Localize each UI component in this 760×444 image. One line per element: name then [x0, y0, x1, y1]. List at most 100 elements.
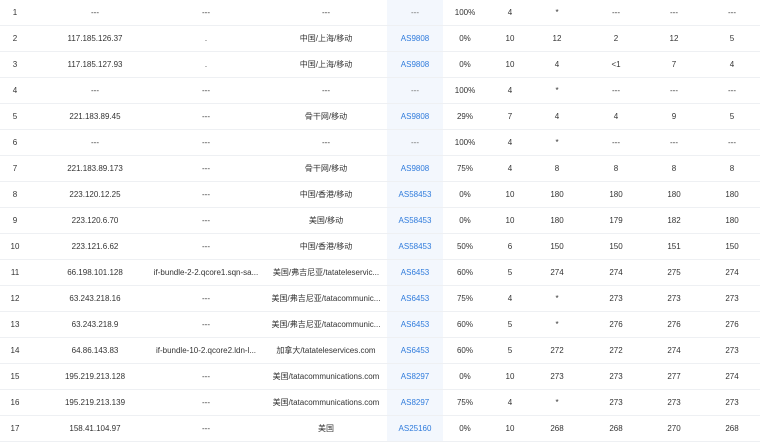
last-latency: 268: [550, 424, 564, 433]
location: 中国/上海/移动: [299, 60, 353, 69]
worst-latency: 276: [725, 320, 739, 329]
hostname: ---: [202, 320, 210, 329]
hostname: ---: [202, 242, 210, 251]
worst-latency: 4: [729, 60, 735, 69]
worst-latency: 180: [725, 216, 739, 225]
ip-address: ---: [91, 138, 99, 147]
avg-latency: 272: [609, 346, 623, 355]
last-latency: *: [555, 138, 559, 147]
asn-link[interactable]: AS58453: [387, 234, 443, 259]
hop-number: 11: [10, 268, 20, 277]
hop-number: 5: [12, 112, 18, 121]
last-latency: 150: [550, 242, 564, 251]
loss-percent: 0%: [459, 372, 471, 381]
table-row: 10 223.121.6.62 --- 中国/香港/移动 AS58453 50% 6 150 1…: [0, 234, 760, 260]
loss-percent: 60%: [456, 268, 473, 277]
worst-latency: 274: [725, 268, 739, 277]
last-latency: 180: [550, 216, 564, 225]
table-row: 17 158.41.104.97 --- 美国 AS25160 0% 10 268 268 270…: [0, 416, 760, 442]
asn-link[interactable]: AS8297: [387, 364, 443, 389]
hop-number: 6: [12, 138, 18, 147]
hop-number: 2: [12, 34, 18, 43]
asn-link[interactable]: AS9808: [387, 26, 443, 51]
table-row: 4 --- --- --- --- 100% 4 * --- --- ---: [0, 78, 760, 104]
avg-latency: 179: [609, 216, 623, 225]
location: 中国/上海/移动: [299, 34, 353, 43]
asn-link[interactable]: AS6453: [387, 338, 443, 363]
worst-latency: ---: [728, 8, 736, 17]
loss-percent: 75%: [456, 294, 473, 303]
best-latency: 151: [667, 242, 681, 251]
hop-number: 8: [12, 190, 18, 199]
ip-address: 221.183.89.173: [67, 164, 123, 173]
last-latency: 273: [550, 372, 564, 381]
avg-latency: 4: [613, 112, 619, 121]
avg-latency: 268: [609, 424, 623, 433]
sent-count: 4: [507, 294, 513, 303]
asn-link[interactable]: AS58453: [387, 182, 443, 207]
location: 美国/弗吉尼亚/tatacommunic...: [271, 320, 381, 329]
location: 美国/tatacommunications.com: [272, 398, 380, 407]
hostname: ---: [202, 190, 210, 199]
table-row: 6 --- --- --- --- 100% 4 * --- --- ---: [0, 130, 760, 156]
asn-link: ---: [387, 78, 443, 103]
asn-link[interactable]: AS25160: [387, 416, 443, 441]
asn-link[interactable]: AS58453: [387, 208, 443, 233]
ip-address: 64.86.143.83: [71, 346, 119, 355]
best-latency: 273: [667, 398, 681, 407]
location: 美国/tatacommunications.com: [272, 372, 380, 381]
worst-latency: 273: [725, 346, 739, 355]
ip-address: 117.185.126.37: [67, 34, 123, 43]
hostname: ---: [202, 294, 210, 303]
ip-address: 117.185.127.93: [67, 60, 123, 69]
last-latency: *: [555, 320, 559, 329]
ip-address: 66.198.101.128: [67, 268, 123, 277]
hop-number: 7: [12, 164, 18, 173]
asn-link[interactable]: AS9808: [387, 52, 443, 77]
best-latency: 276: [667, 320, 681, 329]
table-row: 7 221.183.89.173 --- 骨干网/移动 AS9808 75% 4 8 8 8 8: [0, 156, 760, 182]
best-latency: 277: [667, 372, 681, 381]
location: 美国/移动: [308, 216, 344, 225]
asn-link: ---: [387, 0, 443, 25]
sent-count: 5: [507, 346, 513, 355]
ip-address: ---: [91, 86, 99, 95]
best-latency: 182: [667, 216, 681, 225]
asn-link[interactable]: AS8297: [387, 390, 443, 415]
table-row: 11 66.198.101.128 if-bundle-2-2.qcore1.sqn…: [0, 260, 760, 286]
table-row: 5 221.183.89.45 --- 骨干网/移动 AS9808 29% 7 4 4 9 5: [0, 104, 760, 130]
table-row: 15 195.219.213.128 --- 美国/tatacommunication…: [0, 364, 760, 390]
asn-link[interactable]: AS6453: [387, 312, 443, 337]
worst-latency: 8: [729, 164, 735, 173]
hop-number: 10: [10, 242, 20, 251]
hostname: ---: [202, 398, 210, 407]
asn-link[interactable]: AS9808: [387, 156, 443, 181]
hostname: ---: [202, 8, 210, 17]
hostname: if-bundle-2-2.qcore1.sqn-sa...: [153, 268, 259, 277]
hop-number: 16: [10, 398, 20, 407]
location: 加拿大/tatateleservices.com: [276, 346, 376, 355]
asn-link[interactable]: AS6453: [387, 286, 443, 311]
loss-percent: 100%: [454, 8, 476, 17]
hostname: .: [204, 34, 208, 43]
asn-link[interactable]: AS6453: [387, 260, 443, 285]
table-row: 14 64.86.143.83 if-bundle-10-2.qcore2.ldn-…: [0, 338, 760, 364]
asn-link[interactable]: AS9808: [387, 104, 443, 129]
best-latency: 273: [667, 294, 681, 303]
location: ---: [322, 86, 330, 95]
avg-latency: <1: [611, 60, 621, 69]
loss-percent: 60%: [456, 320, 473, 329]
table-row: 13 63.243.218.9 --- 美国/弗吉尼亚/tatacommunic...…: [0, 312, 760, 338]
location: ---: [322, 138, 330, 147]
worst-latency: 273: [725, 398, 739, 407]
last-latency: *: [555, 294, 559, 303]
loss-percent: 100%: [454, 86, 476, 95]
last-latency: 4: [554, 112, 560, 121]
best-latency: ---: [670, 138, 678, 147]
location: 美国: [318, 424, 334, 433]
best-latency: 270: [667, 424, 681, 433]
hop-number: 15: [10, 372, 20, 381]
loss-percent: 0%: [459, 60, 471, 69]
best-latency: 8: [671, 164, 677, 173]
location: 美国/弗吉尼亚/tatacommunic...: [271, 294, 381, 303]
